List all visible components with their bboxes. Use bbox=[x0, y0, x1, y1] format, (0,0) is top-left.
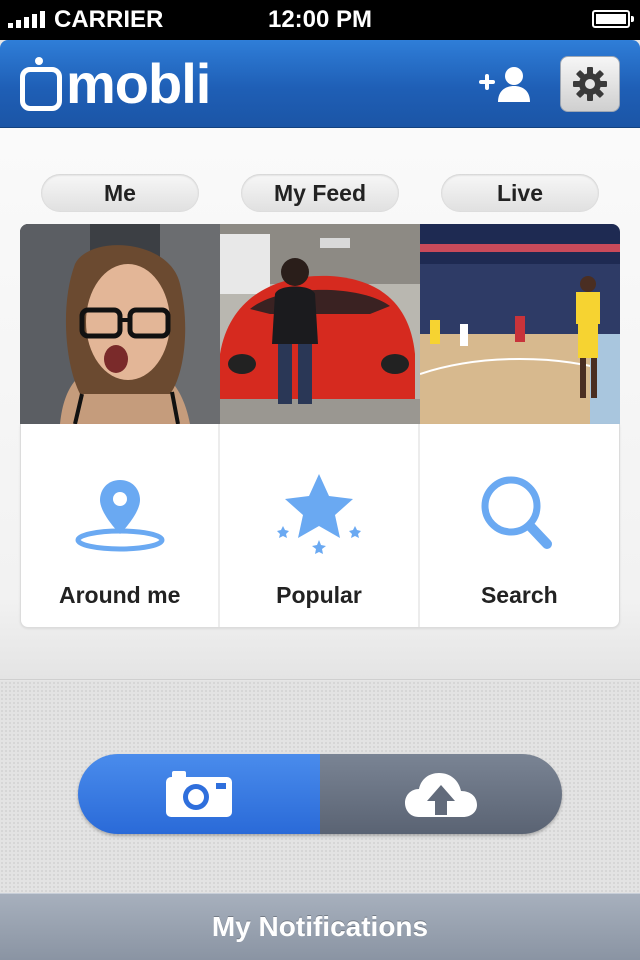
cloud-upload-icon bbox=[405, 773, 477, 817]
settings-button[interactable] bbox=[560, 56, 620, 112]
add-user-button[interactable] bbox=[476, 58, 536, 110]
my-notifications-button[interactable]: My Notifications bbox=[0, 893, 640, 960]
clock: 12:00 PM bbox=[267, 6, 373, 33]
photo-strip bbox=[20, 224, 620, 424]
around-me-button[interactable]: Around me bbox=[21, 424, 221, 627]
tab-me[interactable]: Me bbox=[41, 174, 199, 212]
logo-mark-icon bbox=[20, 57, 62, 111]
gear-icon bbox=[573, 67, 607, 101]
popular-button[interactable]: Popular bbox=[220, 424, 420, 627]
capture-toggle bbox=[78, 754, 562, 834]
around-me-label: Around me bbox=[58, 582, 181, 608]
photo-thumbnail-selfie[interactable] bbox=[20, 224, 220, 424]
photo-thumbnail-car[interactable] bbox=[220, 224, 420, 424]
tab-my-feed[interactable]: My Feed bbox=[241, 174, 399, 212]
add-user-icon bbox=[479, 67, 530, 102]
camera-icon bbox=[166, 771, 232, 817]
search-button[interactable]: Search bbox=[420, 424, 619, 627]
search-icon bbox=[481, 476, 553, 549]
star-icon bbox=[276, 474, 361, 554]
status-bar: CARRIER 12:00 PM bbox=[0, 0, 640, 40]
capture-area bbox=[0, 681, 640, 893]
tab-live[interactable]: Live bbox=[441, 174, 599, 212]
app-header: mobli bbox=[0, 40, 640, 128]
main-panel: Me My Feed Live Around me Popular Search bbox=[0, 128, 640, 680]
logo-text: mobli bbox=[66, 52, 211, 115]
location-pin-icon bbox=[75, 480, 165, 552]
search-label: Search bbox=[480, 582, 558, 608]
discover-actions: Around me Popular Search bbox=[20, 424, 620, 628]
photo-thumbnail-basketball[interactable] bbox=[420, 224, 620, 424]
upload-button[interactable] bbox=[320, 754, 562, 834]
battery-icon bbox=[592, 10, 634, 28]
camera-button[interactable] bbox=[78, 754, 320, 834]
popular-label: Popular bbox=[276, 582, 362, 608]
app-logo: mobli bbox=[20, 52, 211, 116]
